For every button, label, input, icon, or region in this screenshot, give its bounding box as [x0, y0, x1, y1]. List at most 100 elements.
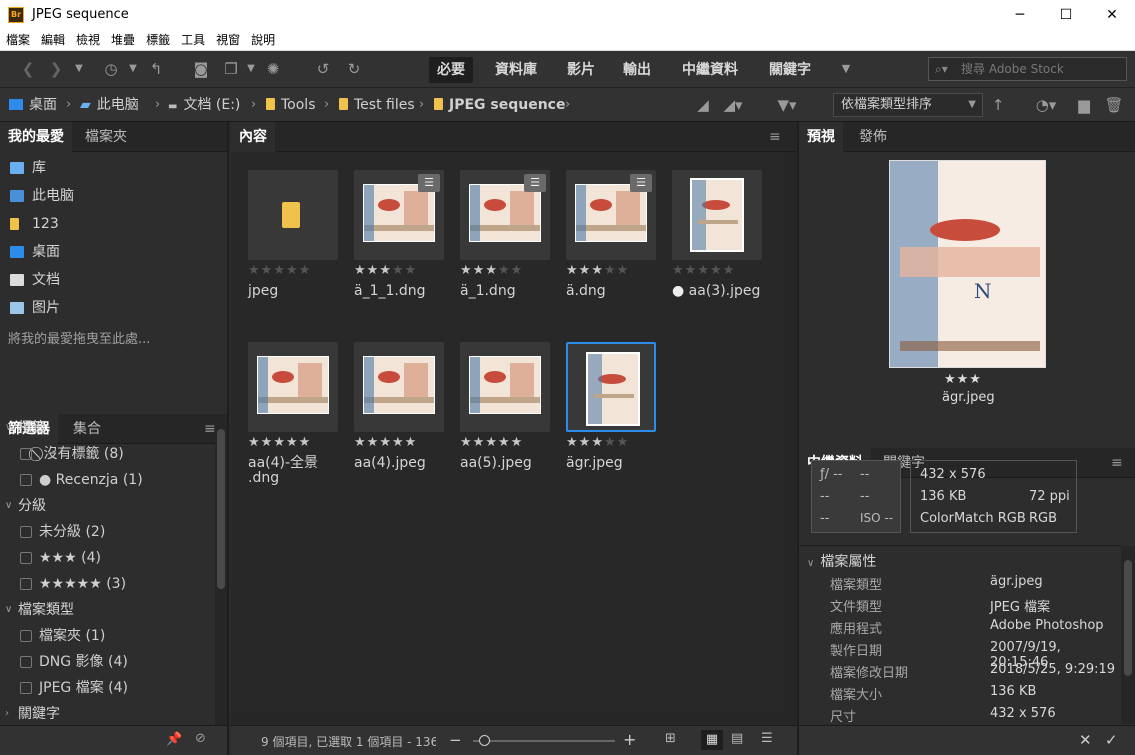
thumbnail[interactable]: ☰ [460, 170, 550, 260]
star-icon[interactable]: ★ [460, 263, 473, 278]
filter-checkbox[interactable] [20, 682, 32, 694]
maximize-button[interactable]: ☐ [1043, 0, 1089, 30]
star-icon[interactable]: ★ [566, 435, 579, 450]
filter-group-keywords[interactable]: › 關鍵字 [0, 701, 214, 727]
filter-scrollbar[interactable] [215, 415, 227, 725]
menu-view[interactable]: 檢視 [70, 30, 105, 51]
star-icon[interactable]: ★ [261, 435, 274, 450]
favorite-this-pc[interactable]: 此电脑 [0, 182, 227, 210]
tab-publish[interactable]: 發佈 [851, 122, 895, 152]
star-icon[interactable]: ★ [566, 263, 579, 278]
filter-row[interactable]: ⃠ 沒有標籤 (8) [0, 441, 214, 467]
filter-checkbox[interactable] [20, 578, 32, 590]
star-icon[interactable]: ★ [498, 435, 511, 450]
star-icon[interactable]: ★ [511, 435, 524, 450]
favorite-library[interactable]: 库 [0, 154, 227, 182]
star-icon[interactable]: ★ [354, 263, 367, 278]
new-folder-icon[interactable]: ▆ [1073, 95, 1095, 115]
sort-dropdown[interactable]: 依檔案類型排序 ▼ [833, 93, 983, 117]
close-button[interactable]: ✕ [1089, 0, 1135, 30]
preview-image[interactable]: N [889, 160, 1046, 368]
filter-checkbox[interactable] [20, 630, 32, 642]
section-file-properties[interactable]: ∨ 檔案屬性 [807, 551, 876, 571]
workspace-output[interactable]: 輸出 [615, 57, 659, 83]
workspace-metadata[interactable]: 中繼資料 [674, 57, 746, 83]
star-icon[interactable]: ★ [379, 263, 392, 278]
filter-group-labels[interactable]: ∨ 標籤 [0, 415, 214, 441]
workspace-more-icon[interactable]: ▼ [835, 59, 857, 79]
star-icon[interactable]: ★ [473, 435, 486, 450]
slider-handle[interactable] [479, 735, 490, 746]
thumbnail[interactable] [248, 342, 338, 432]
recent-history-icon[interactable]: ◷ [100, 59, 122, 79]
filter-row[interactable]: ★★★★★ (3) [0, 571, 214, 597]
breadcrumb-desktop[interactable]: 桌面 [9, 88, 57, 122]
favorite-desktop[interactable]: 桌面 [0, 238, 227, 266]
zoom-in-button[interactable]: + [623, 730, 636, 749]
cancel-icon[interactable]: ✕ [1079, 731, 1092, 749]
star-icon[interactable]: ★ [392, 435, 405, 450]
rating-stars[interactable]: ★★★★★ [566, 263, 629, 278]
rating-stars[interactable]: ★★★★★ [248, 263, 311, 278]
rating-filter-icon[interactable]: ◢▾ [722, 95, 744, 115]
star-icon[interactable]: ★ [710, 263, 723, 278]
tab-favorites[interactable]: 我的最愛 [0, 122, 72, 152]
filter-checkbox[interactable] [20, 474, 32, 486]
minimize-button[interactable]: ─ [997, 0, 1043, 30]
tab-preview[interactable]: 預視 [799, 122, 843, 152]
filter-group-ratings[interactable]: ∨ 分級 [0, 493, 214, 519]
thumbnail[interactable]: ☰ [566, 170, 656, 260]
filter-row[interactable]: 未分級 (2) [0, 519, 214, 545]
thumbnail[interactable]: ☰ [354, 170, 444, 260]
apply-icon[interactable]: ✓ [1105, 731, 1118, 749]
thumbnail[interactable] [248, 170, 338, 260]
star-icon[interactable]: ★ [485, 435, 498, 450]
star-icon[interactable]: ★ [405, 263, 418, 278]
trash-icon[interactable]: 🗑 [1103, 95, 1125, 115]
chevron-down-icon[interactable]: ▼ [240, 59, 262, 79]
star-icon[interactable]: ★ [591, 263, 604, 278]
star-icon[interactable]: ★ [604, 435, 617, 450]
rating-stars[interactable]: ★★★★★ [566, 435, 629, 450]
rating-stars[interactable]: ★★★★★ [672, 263, 735, 278]
open-recent-icon[interactable]: ◔▾ [1035, 95, 1057, 115]
horizontal-scrollbar[interactable] [231, 712, 783, 724]
menu-stack[interactable]: 堆疊 [105, 30, 140, 51]
breadcrumb-jpeg-sequence[interactable]: JPEG sequence [434, 88, 565, 122]
star-icon[interactable]: ★ [723, 263, 736, 278]
panel-menu-icon[interactable]: ≡ [761, 122, 789, 152]
view-thumbnails-icon[interactable]: ▦ [701, 730, 723, 750]
rating-stars[interactable]: ★★★★★ [354, 435, 417, 450]
sort-ascending-icon[interactable]: ↑ [987, 95, 1009, 115]
star-icon[interactable]: ★ [299, 263, 312, 278]
star-icon[interactable]: ★ [485, 263, 498, 278]
filter-checkbox[interactable] [20, 552, 32, 564]
rating-stars[interactable]: ★★★★★ [248, 435, 311, 450]
star-icon[interactable]: ★ [617, 435, 630, 450]
star-icon[interactable]: ★ [473, 263, 486, 278]
star-icon[interactable]: ★ [273, 263, 286, 278]
thumbnail[interactable] [460, 342, 550, 432]
star-icon[interactable]: ★ [697, 263, 710, 278]
thumbnail[interactable] [566, 342, 656, 432]
zoom-out-button[interactable]: − [449, 731, 462, 749]
star-icon[interactable]: ★ [498, 263, 511, 278]
chevron-down-icon[interactable]: ▼ [68, 59, 90, 79]
panel-menu-icon[interactable]: ≡ [1103, 448, 1131, 478]
favorite-123[interactable]: 123 [0, 210, 227, 238]
metadata-scrollbar[interactable] [1121, 546, 1135, 724]
camera-import-icon[interactable]: ◙ [190, 59, 212, 79]
menu-tools[interactable]: 工具 [175, 30, 210, 51]
lock-grid-icon[interactable]: ⊞ [665, 731, 676, 746]
workspace-keywords[interactable]: 關鍵字 [761, 57, 819, 83]
star-icon[interactable]: ★ [685, 263, 698, 278]
star-icon[interactable]: ★ [379, 435, 392, 450]
star-icon[interactable]: ★ [511, 263, 524, 278]
filter-row[interactable]: ★★★ (4) [0, 545, 214, 571]
star-icon[interactable]: ★ [579, 435, 592, 450]
rating-stars[interactable]: ★★★★★ [460, 263, 523, 278]
filter-row[interactable]: JPEG 檔案 (4) [0, 675, 214, 701]
star-icon[interactable]: ★ [579, 263, 592, 278]
breadcrumb-drive[interactable]: ▬ 文档 (E:) [168, 88, 240, 122]
filter-group-file-type[interactable]: ∨ 檔案類型 [0, 597, 214, 623]
